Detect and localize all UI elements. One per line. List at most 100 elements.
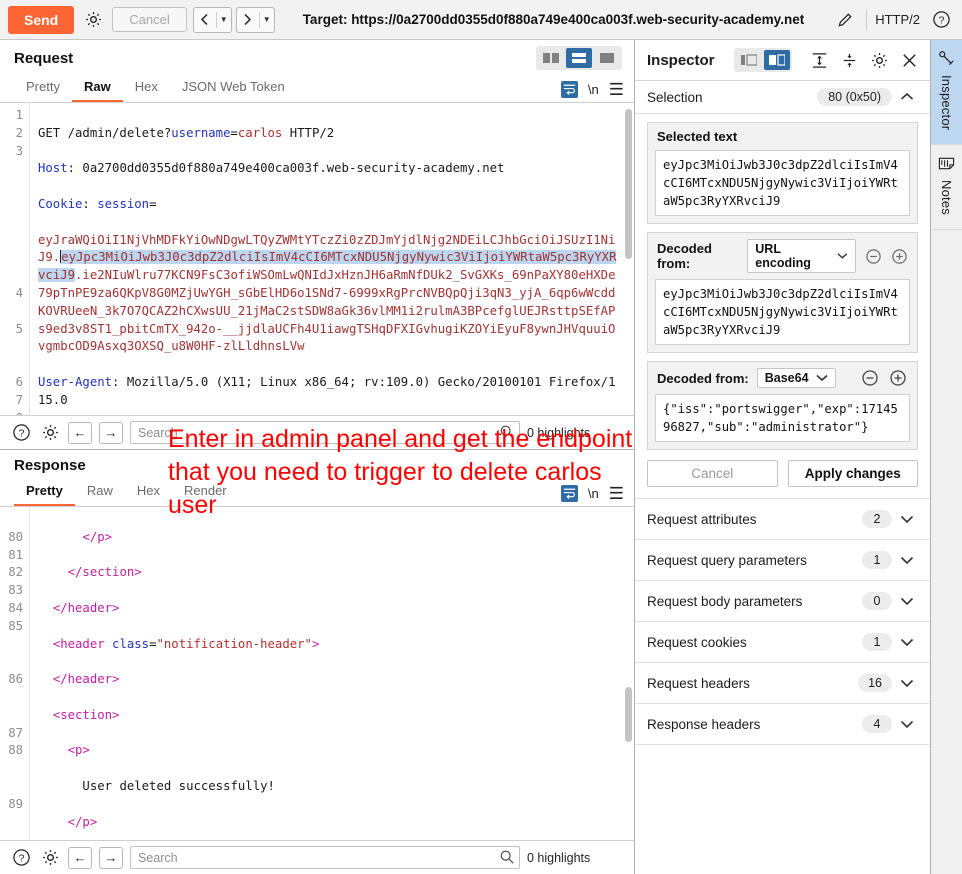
tab-response-raw[interactable]: Raw [75,478,125,506]
decoded-url-label: Decoded from: [657,241,712,271]
cancel-button[interactable]: Cancel [112,7,187,32]
svg-text:?: ? [18,854,24,865]
inspector-view-toggle [733,48,792,72]
tab-request-raw[interactable]: Raw [71,74,123,102]
question-circle-icon[interactable]: ? [10,847,32,869]
question-circle-icon[interactable]: ? [928,7,954,33]
chevron-down-icon [815,374,828,382]
chevron-down-icon[interactable] [900,719,918,729]
chevron-down-icon[interactable] [900,555,918,565]
response-tabs-row: Pretty Raw Hex Render \n ☰ [0,478,634,507]
response-line: </header> [52,672,120,687]
tab-request-pretty[interactable]: Pretty [14,74,72,102]
notes-icon [938,155,955,172]
response-line: </p> [67,814,98,829]
selected-text-value[interactable]: eyJpc3MiOiJwb3J0c3dpZ2dlciIsImV4cCI6MTcx… [655,150,910,216]
response-gutter: 80 81 82 83 84 85 86 87 88 89 [0,507,30,840]
section-label: Request cookies [647,634,747,650]
chevron-down-icon[interactable] [900,514,918,524]
search-prev-button[interactable]: ← [68,846,92,869]
request-line-3: Cookie: session= [38,196,157,211]
hamburger-icon[interactable]: ☰ [609,485,624,502]
inspector-body: Selection 80 (0x50) Selected text eyJpc3… [635,81,930,874]
newline-toggle[interactable]: \n [588,486,599,501]
request-search-input[interactable] [130,421,520,444]
search-next-button[interactable]: → [99,846,123,869]
selection-row[interactable]: Selection 80 (0x50) [635,81,930,114]
stacked-layout-button[interactable] [566,48,592,68]
decoded-base64-select[interactable]: Base64 [756,368,836,388]
response-highlight-count: 0 highlights [527,850,591,865]
forward-button[interactable]: ▼ [235,6,275,33]
search-next-button[interactable]: → [99,421,123,444]
plus-circle-icon[interactable] [890,246,908,266]
collapse-all-icon[interactable] [839,49,860,71]
list-view-button[interactable] [736,50,762,70]
section-request-attributes[interactable]: Request attributes 2 [635,498,930,539]
chevron-down-icon[interactable]: ▼ [217,8,231,32]
tab-response-hex[interactable]: Hex [125,478,172,506]
search-prev-button[interactable]: ← [68,421,92,444]
response-editor[interactable]: 80 81 82 83 84 85 86 87 88 89 </p> </section>… [0,507,634,840]
response-scrollbar[interactable] [625,687,632,742]
request-scrollbar[interactable] [625,109,632,259]
response-line: <section> [52,707,120,722]
gear-icon[interactable] [39,847,61,869]
decoded-base64-header: Decoded from: Base64 [648,362,917,394]
word-wrap-icon[interactable] [560,81,578,98]
gear-icon[interactable] [39,422,61,444]
vtab-notes[interactable]: Notes [931,145,962,231]
minus-circle-icon[interactable] [860,368,880,388]
tab-request-jwt[interactable]: JSON Web Token [170,74,297,102]
decoded-base64-value[interactable]: {"iss":"portswigger","exp":1714596827,"s… [655,394,910,442]
close-icon[interactable] [899,49,920,71]
section-request-query-parameters[interactable]: Request query parameters 1 [635,539,930,580]
gear-icon[interactable] [80,7,106,33]
decoded-url-select[interactable]: URL encoding [747,239,857,273]
tab-request-hex[interactable]: Hex [123,74,170,102]
word-wrap-icon[interactable] [560,485,578,502]
single-layout-button[interactable] [594,48,620,68]
burp-repeater-window: Send Cancel ▼ ▼ Target: https://0a2700dd… [0,0,962,874]
chevron-down-icon[interactable] [900,596,918,606]
minus-circle-icon[interactable] [864,246,882,266]
pencil-icon[interactable] [832,7,858,33]
section-label: Request headers [647,675,750,691]
tab-response-render[interactable]: Render [172,478,239,506]
response-code[interactable]: </p> </section> </header> <header class=… [30,507,634,840]
question-circle-icon[interactable]: ? [10,422,32,444]
request-jwt-token[interactable]: eyJraWQiOiI1NjVhMDFkYiOwNDgwLTQyZWMtYTcz… [38,232,622,357]
send-button[interactable]: Send [8,5,75,34]
chevron-up-icon[interactable] [900,92,918,102]
section-count-badge: 4 [862,715,892,733]
gear-icon[interactable] [869,49,890,71]
section-response-headers[interactable]: Response headers 4 [635,703,930,744]
response-search-input[interactable] [130,846,520,869]
back-button[interactable]: ▼ [192,6,232,33]
expand-all-icon[interactable] [810,49,831,71]
selected-text-label: Selected text [657,129,738,144]
chevron-down-icon[interactable] [900,678,918,688]
response-panel: Response Pretty Raw Hex Render \n ☰ 80 8… [0,450,634,874]
vtab-inspector-label: Inspector [939,75,954,131]
section-request-headers[interactable]: Request headers 16 [635,662,930,703]
apply-changes-button[interactable]: Apply changes [787,460,918,487]
vtab-inspector[interactable]: Inspector [931,40,962,146]
plus-circle-icon[interactable] [888,368,908,388]
selected-text-card: Selected text eyJpc3MiOiJwb3J0c3dpZ2dlci… [647,122,918,224]
split-view-button[interactable] [763,50,790,70]
hamburger-icon[interactable]: ☰ [609,81,624,98]
section-request-body-parameters[interactable]: Request body parameters 0 [635,580,930,621]
tab-response-pretty[interactable]: Pretty [14,478,75,506]
request-code[interactable]: GET /admin/delete?username=carlos HTTP/2… [30,103,634,415]
side-by-side-layout-button[interactable] [538,48,564,68]
inspector-cancel-button[interactable]: Cancel [647,460,778,487]
decoded-url-value[interactable]: eyJpc3MiOiJwb3J0c3dpZ2dlciIsImV4cCI6MTcx… [655,279,910,345]
chevron-down-icon[interactable] [900,637,918,647]
chevron-left-icon [194,8,216,32]
chevron-down-icon[interactable]: ▼ [260,8,274,32]
section-request-cookies[interactable]: Request cookies 1 [635,621,930,662]
request-editor[interactable]: 123 4 5 678 GET /admin/delete?username=c… [0,103,634,415]
response-line: <p> [67,743,90,758]
newline-toggle[interactable]: \n [588,82,599,97]
